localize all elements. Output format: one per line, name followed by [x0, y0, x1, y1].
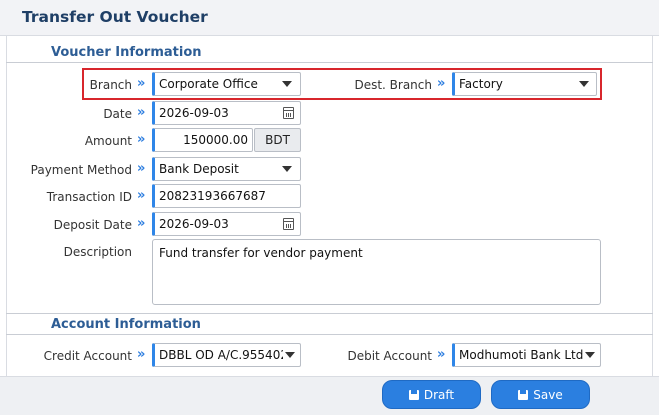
account-section-divider — [6, 334, 653, 335]
voucher-section-divider — [6, 62, 653, 63]
currency-badge: BDT — [254, 128, 301, 152]
form-border-right — [652, 36, 653, 376]
date-arrow-icon: » — [137, 105, 146, 120]
debit-account-select[interactable]: Modhumoti Bank Ltd. — [452, 343, 601, 367]
amount-label: Amount — [84, 134, 132, 148]
account-section-title: Account Information — [51, 317, 201, 332]
calendar-icon[interactable] — [283, 218, 294, 230]
deposit-date-arrow-icon: » — [137, 216, 146, 231]
date-input[interactable]: 2026-09-03 — [152, 101, 301, 125]
deposit-date-label: Deposit Date — [53, 218, 132, 232]
description-value: Fund transfer for vendor payment — [159, 246, 363, 260]
calendar-icon[interactable] — [283, 107, 294, 119]
payment-method-value: Bank Deposit — [159, 162, 239, 176]
amount-arrow-icon: » — [137, 132, 146, 147]
description-textarea[interactable]: Fund transfer for vendor payment — [152, 239, 601, 305]
floppy-disk-icon — [408, 390, 419, 400]
debit-account-label: Debit Account — [347, 349, 432, 363]
description-label: Description — [63, 245, 132, 259]
credit-account-arrow-icon: » — [137, 347, 146, 362]
date-value: 2026-09-03 — [159, 106, 229, 120]
draft-button-label: Draft — [423, 388, 455, 402]
transaction-id-label: Transaction ID — [46, 190, 132, 204]
transaction-id-arrow-icon: » — [137, 188, 146, 203]
chevron-down-icon — [585, 352, 595, 358]
branch-row-highlight — [82, 68, 602, 100]
draft-button[interactable]: Draft — [382, 380, 481, 409]
debit-account-arrow-icon: » — [437, 347, 446, 362]
transaction-id-input[interactable]: 20823193667687 — [152, 184, 301, 208]
page-header: Transfer Out Voucher — [0, 0, 659, 36]
credit-account-label: Credit Account — [43, 349, 132, 363]
date-label: Date — [103, 107, 132, 121]
credit-account-select[interactable]: DBBL OD A/C.955402 — [152, 343, 301, 367]
chevron-down-icon — [282, 166, 292, 172]
amount-value: 150000.00 — [183, 133, 248, 147]
save-button-label: Save — [533, 388, 563, 402]
transaction-id-value: 20823193667687 — [159, 189, 266, 203]
form-border-left — [6, 36, 7, 376]
voucher-section-title: Voucher Information — [51, 45, 202, 60]
account-section-top-divider — [6, 313, 653, 314]
debit-account-value: Modhumoti Bank Ltd. — [459, 348, 583, 362]
deposit-date-input[interactable]: 2026-09-03 — [152, 212, 301, 236]
chevron-down-icon — [285, 352, 295, 358]
payment-method-select[interactable]: Bank Deposit — [152, 157, 301, 181]
page-title: Transfer Out Voucher — [22, 8, 208, 26]
amount-input[interactable]: 150000.00 — [152, 128, 253, 152]
payment-method-arrow-icon: » — [137, 161, 146, 176]
save-button[interactable]: Save — [491, 380, 590, 409]
deposit-date-value: 2026-09-03 — [159, 217, 229, 231]
payment-method-label: Payment Method — [30, 163, 132, 177]
floppy-disk-icon — [518, 390, 529, 400]
credit-account-value: DBBL OD A/C.955402 — [159, 348, 283, 362]
